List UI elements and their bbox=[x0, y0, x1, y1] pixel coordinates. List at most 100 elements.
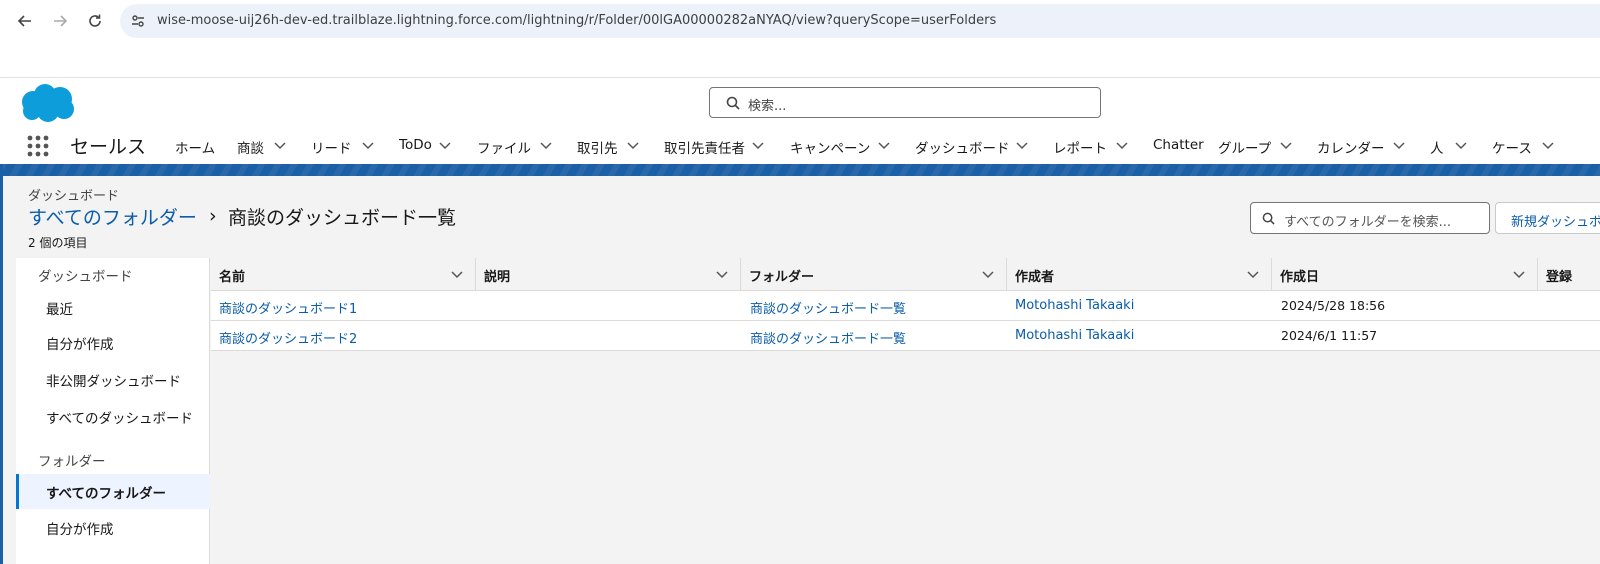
column-label: 名前 bbox=[219, 270, 246, 285]
chevron-down-icon[interactable] bbox=[451, 271, 463, 279]
column-label: 作成日 bbox=[1280, 270, 1320, 285]
nav-item-leads[interactable]: リード bbox=[311, 137, 352, 157]
chevron-down-icon[interactable] bbox=[1455, 142, 1467, 150]
sidebar-item-all-dashboards[interactable]: すべてのダッシュボード bbox=[16, 399, 210, 434]
chevron-down-icon[interactable] bbox=[716, 271, 728, 279]
nav-item-todo[interactable]: ToDo bbox=[399, 137, 432, 153]
chevron-down-icon[interactable] bbox=[1247, 271, 1259, 279]
new-dashboard-button[interactable]: 新規ダッシュボード bbox=[1495, 202, 1600, 234]
dashboard-name-link[interactable]: 商談のダッシュボード1 bbox=[219, 298, 357, 317]
chevron-down-icon[interactable] bbox=[540, 142, 552, 150]
sidebar-item-recent[interactable]: 最近 bbox=[16, 290, 210, 325]
nav-item-dashboards[interactable]: ダッシュボード bbox=[915, 137, 1010, 157]
column-label: 説明 bbox=[484, 270, 511, 285]
chevron-down-icon[interactable] bbox=[1513, 271, 1525, 279]
column-label: 作成者 bbox=[1015, 270, 1055, 285]
global-search-input[interactable]: 検索... bbox=[709, 87, 1101, 118]
created-by-link[interactable]: Motohashi Takaaki bbox=[1015, 298, 1134, 313]
sidebar-item-label: すべてのフォルダー bbox=[46, 486, 167, 502]
chevron-down-icon[interactable] bbox=[1280, 142, 1292, 150]
chevron-down-icon[interactable] bbox=[439, 142, 451, 150]
created-by-link[interactable]: Motohashi Takaaki bbox=[1015, 328, 1134, 343]
site-settings-icon[interactable] bbox=[130, 13, 146, 29]
folder-search-placeholder: すべてのフォルダーを検索... bbox=[1284, 215, 1451, 230]
reload-button[interactable] bbox=[83, 9, 107, 33]
salesforce-cloud-logo[interactable] bbox=[18, 82, 76, 124]
column-header-subscribe[interactable]: 登録 bbox=[1538, 258, 1600, 291]
nav-item-campaigns[interactable]: キャンペーン bbox=[790, 137, 870, 157]
sidebar-item-label: 自分が作成 bbox=[46, 337, 114, 353]
page-title: 商談のダッシュボード一覧 bbox=[228, 207, 457, 229]
nav-item-cases[interactable]: ケース bbox=[1492, 137, 1532, 157]
sidebar-item-folders-created-by-me[interactable]: 自分が作成 bbox=[16, 510, 210, 545]
folder-link[interactable]: 商談のダッシュボード一覧 bbox=[750, 328, 906, 347]
sidebar-section-dashboards: ダッシュボード bbox=[38, 269, 133, 285]
nav-item-people[interactable]: 人 bbox=[1430, 137, 1444, 157]
chevron-down-icon[interactable] bbox=[362, 142, 374, 150]
chevron-down-icon[interactable] bbox=[752, 142, 764, 150]
created-date: 2024/5/28 18:56 bbox=[1281, 298, 1386, 313]
sidebar-item-label: 自分が作成 bbox=[46, 522, 114, 538]
brand-band bbox=[0, 164, 1600, 176]
folder-search-input[interactable]: すべてのフォルダーを検索... bbox=[1250, 202, 1490, 234]
nav-item-home[interactable]: ホーム bbox=[175, 137, 215, 157]
browser-toolbar: wise-moose-uij26h-dev-ed.trailblaze.ligh… bbox=[0, 0, 1600, 42]
sidebar: ダッシュボード 最近 自分が作成 非公開ダッシュボード すべてのダッシュボード … bbox=[16, 258, 210, 564]
column-header-description[interactable]: 説明 bbox=[476, 258, 741, 291]
sidebar-item-created-by-me[interactable]: 自分が作成 bbox=[16, 325, 210, 360]
forward-button[interactable] bbox=[48, 9, 72, 33]
sidebar-item-label: すべてのダッシュボード bbox=[46, 411, 194, 427]
nav-item-contacts[interactable]: 取引先責任者 bbox=[664, 137, 745, 157]
back-button[interactable] bbox=[13, 9, 37, 33]
app-name: セールス bbox=[70, 136, 147, 158]
brand-edge bbox=[0, 164, 3, 564]
search-icon bbox=[726, 96, 740, 110]
column-label: フォルダー bbox=[749, 270, 815, 285]
dashboards-table: 名前 説明 フォルダー 作成者 作成日 登録 商談のダッシュボード1 商談のダッ… bbox=[211, 258, 1600, 564]
chevron-down-icon[interactable] bbox=[982, 271, 994, 279]
column-header-created-date[interactable]: 作成日 bbox=[1272, 258, 1538, 291]
breadcrumb-all-folders-link[interactable]: すべてのフォルダー bbox=[28, 203, 197, 230]
chevron-down-icon[interactable] bbox=[1116, 142, 1128, 150]
column-header-folder[interactable]: フォルダー bbox=[741, 258, 1007, 291]
sidebar-item-all-folders[interactable]: すべてのフォルダー bbox=[16, 474, 210, 509]
arrow-right-icon bbox=[54, 15, 68, 27]
address-bar[interactable]: wise-moose-uij26h-dev-ed.trailblaze.ligh… bbox=[120, 4, 1600, 38]
nav-item-files[interactable]: ファイル bbox=[477, 137, 531, 157]
sidebar-item-label: 非公開ダッシュボード bbox=[46, 374, 181, 390]
chevron-down-icon[interactable] bbox=[274, 142, 286, 150]
item-count: 2 個の項目 bbox=[28, 236, 88, 250]
column-label: 登録 bbox=[1546, 270, 1573, 285]
chevron-down-icon[interactable] bbox=[1542, 142, 1554, 150]
table-row: 商談のダッシュボード2 商談のダッシュボード一覧 Motohashi Takaa… bbox=[211, 321, 1600, 351]
breadcrumb-separator: › bbox=[209, 205, 217, 227]
table-header: 名前 説明 フォルダー 作成者 作成日 登録 bbox=[211, 258, 1600, 291]
nav-item-groups[interactable]: グループ bbox=[1218, 137, 1271, 157]
column-header-created-by[interactable]: 作成者 bbox=[1007, 258, 1272, 291]
table-row: 商談のダッシュボード1 商談のダッシュボード一覧 Motohashi Takaa… bbox=[211, 291, 1600, 321]
chevron-down-icon[interactable] bbox=[878, 142, 890, 150]
new-dashboard-label: 新規ダッシュボード bbox=[1511, 215, 1600, 230]
chevron-down-icon[interactable] bbox=[1393, 142, 1405, 150]
url-text[interactable]: wise-moose-uij26h-dev-ed.trailblaze.ligh… bbox=[157, 13, 996, 28]
arrow-left-icon bbox=[17, 15, 31, 27]
column-header-name[interactable]: 名前 bbox=[211, 258, 476, 291]
sidebar-section-folders: フォルダー bbox=[38, 454, 106, 470]
search-icon bbox=[1262, 212, 1275, 225]
nav-item-opportunities[interactable]: 商談 bbox=[237, 137, 264, 157]
nav-item-calendar[interactable]: カレンダー bbox=[1317, 137, 1385, 157]
nav-item-accounts[interactable]: 取引先 bbox=[577, 137, 618, 157]
nav-item-reports[interactable]: レポート bbox=[1053, 137, 1107, 157]
app-launcher-grid-icon[interactable] bbox=[27, 135, 49, 157]
folder-link[interactable]: 商談のダッシュボード一覧 bbox=[750, 298, 906, 317]
object-label: ダッシュボード bbox=[28, 189, 120, 204]
reload-icon bbox=[89, 14, 101, 27]
created-date: 2024/6/1 11:57 bbox=[1281, 328, 1378, 343]
dashboard-name-link[interactable]: 商談のダッシュボード2 bbox=[219, 328, 357, 347]
chevron-down-icon[interactable] bbox=[1016, 142, 1028, 150]
sidebar-item-private-dashboards[interactable]: 非公開ダッシュボード bbox=[16, 362, 210, 397]
search-placeholder: 検索... bbox=[748, 99, 787, 114]
nav-item-chatter[interactable]: Chatter bbox=[1153, 137, 1204, 153]
global-header: 検索... bbox=[0, 78, 1600, 128]
chevron-down-icon[interactable] bbox=[627, 142, 639, 150]
